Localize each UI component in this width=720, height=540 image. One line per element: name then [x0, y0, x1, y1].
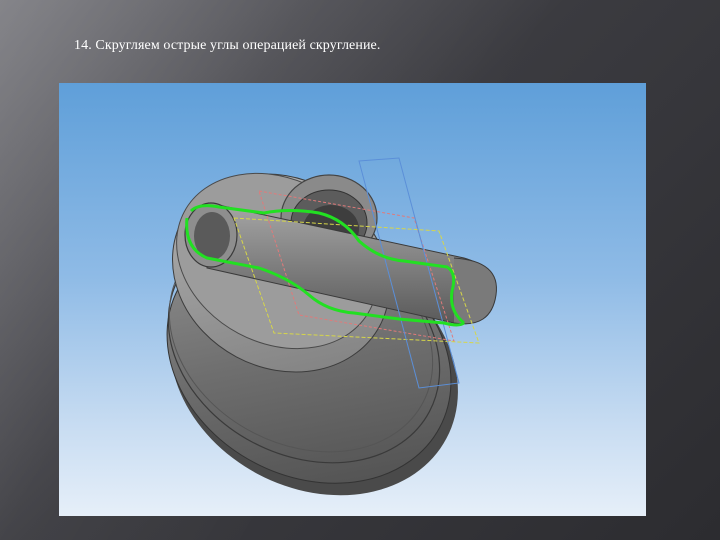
3d-viewport[interactable] [59, 83, 646, 516]
slide-caption: 14. Скругляем острые углы операцией скру… [74, 38, 381, 53]
3d-part-icon [166, 157, 497, 496]
